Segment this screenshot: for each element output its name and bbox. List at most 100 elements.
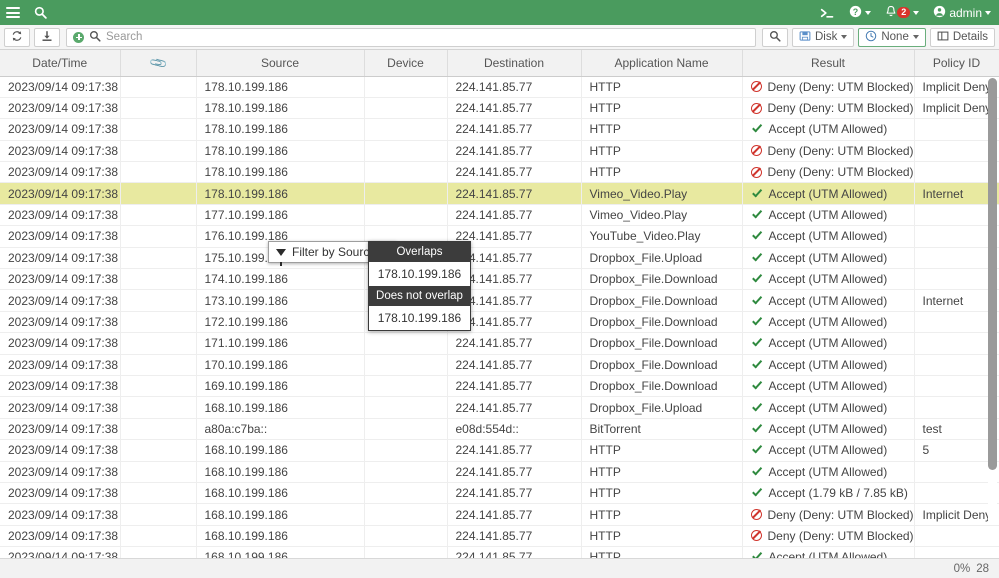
cell-destination[interactable]: 224.141.85.77	[447, 161, 582, 184]
cell-policy[interactable]	[914, 332, 999, 355]
cell-attachment[interactable]	[120, 439, 197, 462]
vertical-scrollbar[interactable]	[988, 78, 997, 520]
cell-source[interactable]: 170.10.199.186	[196, 354, 365, 376]
cell-device[interactable]	[364, 503, 448, 526]
cell-attachment[interactable]	[120, 396, 197, 419]
cell-datetime[interactable]: 2023/09/14 09:17:38	[0, 247, 121, 270]
cell-attachment[interactable]	[120, 161, 197, 184]
cell-attachment[interactable]	[120, 332, 197, 355]
column-header-destination[interactable]: Destination	[447, 50, 582, 77]
cell-result[interactable]: Accept (UTM Allowed)	[742, 375, 915, 398]
cell-device[interactable]	[364, 118, 448, 141]
cell-datetime[interactable]: 2023/09/14 09:17:38	[0, 140, 121, 163]
cell-result[interactable]: Accept (UTM Allowed)	[742, 204, 915, 227]
cell-policy[interactable]: Implicit Deny	[914, 97, 999, 120]
cell-policy[interactable]: test	[914, 418, 999, 441]
cell-destination[interactable]: 224.141.85.77	[447, 354, 582, 376]
cell-source[interactable]: 168.10.199.186	[196, 503, 365, 526]
cell-application[interactable]: HTTP	[581, 525, 743, 548]
details-toggle-button[interactable]: Details	[929, 27, 995, 47]
cell-device[interactable]	[364, 354, 448, 376]
cell-attachment[interactable]	[120, 97, 197, 120]
cell-destination[interactable]: 224.141.85.77	[447, 140, 582, 163]
cell-application[interactable]: BitTorrent	[581, 418, 743, 441]
cell-application[interactable]: Dropbox_File.Download	[581, 268, 743, 291]
cell-device[interactable]	[364, 76, 448, 98]
cell-datetime[interactable]: 2023/09/14 09:17:38	[0, 182, 121, 205]
table-row[interactable]: 2023/09/14 09:17:38 170.10.199.186 224.141…	[0, 354, 999, 376]
submenu-item[interactable]: 178.10.199.186	[369, 306, 470, 330]
cell-application[interactable]: Dropbox_File.Download	[581, 311, 743, 334]
cell-datetime[interactable]: 2023/09/14 09:17:38	[0, 482, 121, 505]
cell-device[interactable]	[364, 140, 448, 163]
cell-result[interactable]: Accept (UTM Allowed)	[742, 268, 915, 291]
cell-attachment[interactable]	[120, 289, 197, 312]
cell-policy[interactable]	[914, 461, 999, 483]
cell-source[interactable]: 171.10.199.186	[196, 332, 365, 355]
cell-attachment[interactable]	[120, 140, 197, 163]
cell-device[interactable]	[364, 161, 448, 184]
cell-application[interactable]: Vimeo_Video.Play	[581, 182, 743, 205]
time-range-button[interactable]: None	[858, 27, 926, 47]
cell-source[interactable]: 174.10.199.186	[196, 268, 365, 291]
cell-device[interactable]	[364, 439, 448, 462]
cell-destination[interactable]: 224.141.85.77	[447, 332, 582, 355]
cell-policy[interactable]: Internet	[914, 289, 999, 312]
cell-datetime[interactable]: 2023/09/14 09:17:38	[0, 439, 121, 462]
search-bar[interactable]: Search	[66, 27, 756, 47]
column-header-result[interactable]: Result	[742, 50, 915, 77]
cell-result[interactable]: Accept (UTM Allowed)	[742, 354, 915, 376]
table-row[interactable]: 2023/09/14 09:17:38 178.10.199.186 224.141…	[0, 161, 999, 184]
column-header-policy[interactable]: Policy ID	[914, 50, 999, 77]
cell-device[interactable]	[364, 525, 448, 548]
cell-datetime[interactable]: 2023/09/14 09:17:38	[0, 354, 121, 376]
refresh-button[interactable]	[4, 27, 30, 47]
cell-datetime[interactable]: 2023/09/14 09:17:38	[0, 76, 121, 98]
cell-result[interactable]: Deny (Deny: UTM Blocked)	[742, 97, 915, 120]
cell-datetime[interactable]: 2023/09/14 09:17:38	[0, 525, 121, 548]
cell-result[interactable]: Accept (UTM Allowed)	[742, 332, 915, 355]
cell-device[interactable]	[364, 97, 448, 120]
cell-destination[interactable]: 224.141.85.77	[447, 482, 582, 505]
cell-device[interactable]	[364, 375, 448, 398]
table-row[interactable]: 2023/09/14 09:17:38 169.10.199.186 224.141…	[0, 375, 999, 398]
cell-policy[interactable]: 5	[914, 439, 999, 462]
cell-datetime[interactable]: 2023/09/14 09:17:38	[0, 289, 121, 312]
storage-selector-button[interactable]: Disk	[791, 27, 855, 47]
table-row[interactable]: 2023/09/14 09:17:38 171.10.199.186 224.141…	[0, 332, 999, 355]
cell-source[interactable]: 178.10.199.186	[196, 161, 365, 184]
cell-destination[interactable]: 224.141.85.77	[447, 461, 582, 483]
cell-policy[interactable]: Implicit Deny	[914, 503, 999, 526]
cell-result[interactable]: Accept (UTM Allowed)	[742, 396, 915, 419]
cell-source[interactable]: 178.10.199.186	[196, 97, 365, 120]
global-search-icon[interactable]	[34, 6, 47, 19]
cell-application[interactable]: Dropbox_File.Upload	[581, 396, 743, 419]
cell-result[interactable]: Accept (UTM Allowed)	[742, 118, 915, 141]
cell-result[interactable]: Deny (Deny: UTM Blocked)	[742, 140, 915, 163]
cli-console-icon[interactable]	[820, 7, 835, 19]
cell-device[interactable]	[364, 182, 448, 205]
table-row[interactable]: 2023/09/14 09:17:38 178.10.199.186 224.141…	[0, 118, 999, 141]
column-header-application[interactable]: Application Name	[581, 50, 743, 77]
cell-source[interactable]: 169.10.199.186	[196, 375, 365, 398]
cell-application[interactable]: Dropbox_File.Download	[581, 289, 743, 312]
cell-device[interactable]	[364, 332, 448, 355]
cell-source[interactable]: 178.10.199.186	[196, 76, 365, 98]
cell-destination[interactable]: 224.141.85.77	[447, 396, 582, 419]
cell-attachment[interactable]	[120, 354, 197, 376]
cell-datetime[interactable]: 2023/09/14 09:17:38	[0, 268, 121, 291]
cell-result[interactable]: Accept (UTM Allowed)	[742, 225, 915, 248]
cell-application[interactable]: YouTube_Video.Play	[581, 225, 743, 248]
cell-source[interactable]: 178.10.199.186	[196, 118, 365, 141]
cell-datetime[interactable]: 2023/09/14 09:17:38	[0, 97, 121, 120]
cell-application[interactable]: Dropbox_File.Download	[581, 354, 743, 376]
cell-datetime[interactable]: 2023/09/14 09:17:38	[0, 161, 121, 184]
table-row[interactable]: 2023/09/14 09:17:38 168.10.199.186 224.141…	[0, 439, 999, 462]
cell-destination[interactable]: 224.141.85.77	[447, 76, 582, 98]
cell-policy[interactable]	[914, 482, 999, 505]
cell-policy[interactable]	[914, 525, 999, 548]
cell-attachment[interactable]	[120, 182, 197, 205]
search-submit-button[interactable]	[761, 27, 788, 47]
cell-result[interactable]: Deny (Deny: UTM Blocked)	[742, 525, 915, 548]
cell-datetime[interactable]: 2023/09/14 09:17:38	[0, 418, 121, 441]
